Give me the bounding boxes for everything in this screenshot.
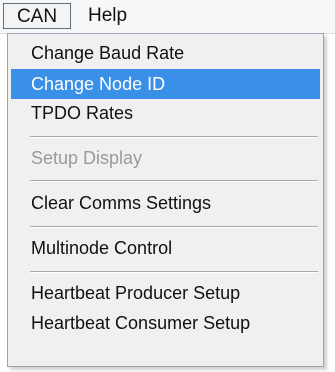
menu-separator — [30, 136, 318, 138]
menu-item-multinode-control[interactable]: Multinode Control — [11, 233, 320, 263]
menu-item-change-baud-rate[interactable]: Change Baud Rate — [11, 38, 320, 68]
menu-help[interactable]: Help — [82, 3, 133, 29]
menu-item-tpdo-rates[interactable]: TPDO Rates — [11, 98, 320, 128]
menu-item-change-node-id[interactable]: Change Node ID — [11, 69, 320, 99]
menu-separator — [30, 180, 318, 182]
menu-item-heartbeat-producer-setup[interactable]: Heartbeat Producer Setup — [11, 278, 320, 308]
menu-can[interactable]: CAN — [3, 3, 71, 29]
menu-item-clear-comms-settings[interactable]: Clear Comms Settings — [11, 188, 320, 218]
menu-bar: CAN Help — [0, 0, 335, 34]
can-dropdown-menu: Change Baud Rate Change Node ID TPDO Rat… — [7, 33, 324, 367]
menu-separator — [30, 271, 318, 273]
menu-item-setup-display[interactable]: Setup Display — [11, 143, 320, 173]
menu-separator — [30, 226, 318, 228]
menu-item-heartbeat-consumer-setup[interactable]: Heartbeat Consumer Setup — [11, 308, 320, 338]
